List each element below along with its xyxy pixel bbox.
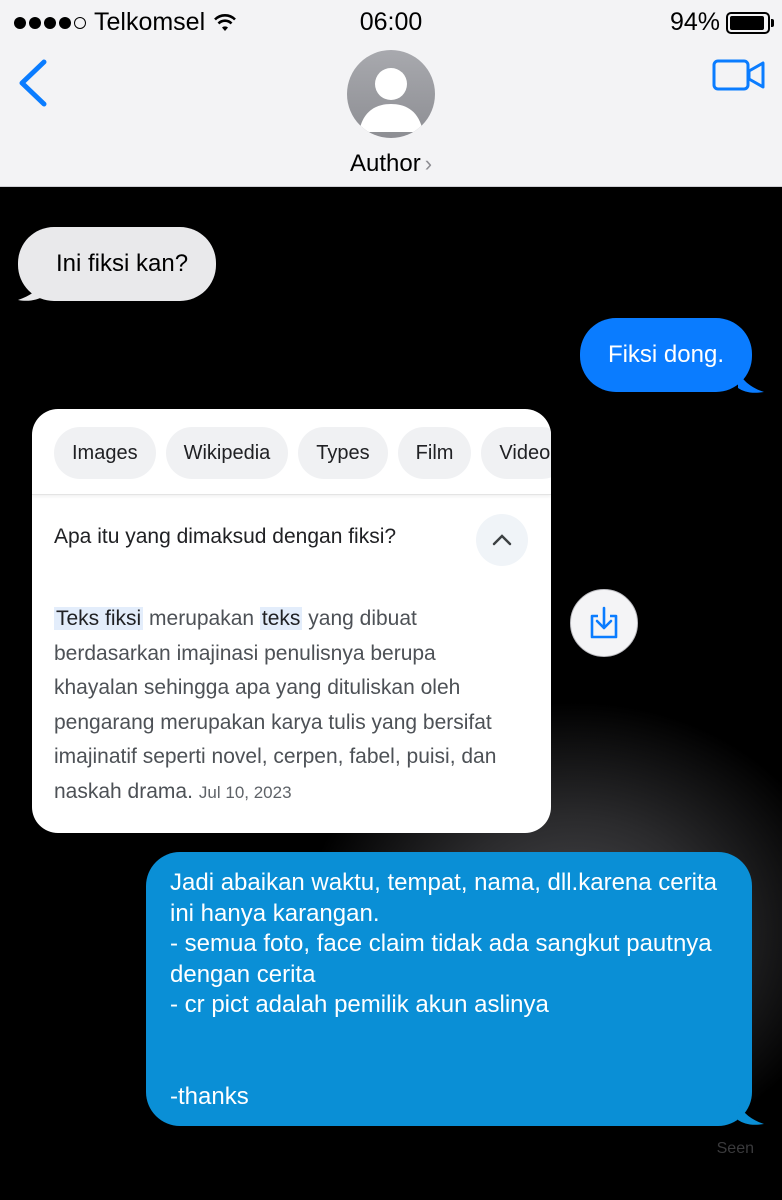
conversation-header: Telkomsel 06:00 94% Author › xyxy=(0,0,782,187)
question-heading: Apa itu yang dimaksud dengan fiksi? xyxy=(54,525,397,548)
battery-icon xyxy=(726,11,774,34)
highlight: teks xyxy=(259,607,303,630)
collapse-button[interactable] xyxy=(476,514,528,566)
battery-status: 94% xyxy=(669,8,774,37)
contact-name-button[interactable]: Author › xyxy=(0,150,782,178)
answer-snippet: Teks fiksi merupakan teks yang dibuat be… xyxy=(54,602,524,810)
avatar[interactable] xyxy=(347,50,435,138)
chip-images[interactable]: Images xyxy=(54,427,156,479)
clock: 06:00 xyxy=(359,8,423,36)
save-image-button[interactable] xyxy=(570,589,638,657)
outgoing-message[interactable]: Jadi abaikan waktu, tempat, nama, dll.ka… xyxy=(146,852,752,1126)
search-result-image[interactable]: Images Wikipedia Types Film Video Apa it… xyxy=(32,409,551,833)
chip-types[interactable]: Types xyxy=(298,427,388,479)
chip-wikipedia[interactable]: Wikipedia xyxy=(165,427,289,479)
bubble-tail xyxy=(738,372,764,393)
highlight: Teks fiksi xyxy=(54,607,144,630)
chip-film[interactable]: Film xyxy=(397,427,472,479)
battery-percent: 94% xyxy=(669,8,720,36)
chevron-left-icon[interactable] xyxy=(14,58,54,108)
chevron-right-icon: › xyxy=(424,151,433,176)
contact-name: Author xyxy=(349,150,421,177)
outgoing-message[interactable]: Fiksi dong. xyxy=(579,318,752,392)
incoming-message[interactable]: Ini fiksi kan? xyxy=(18,227,217,301)
chevron-up-icon xyxy=(492,534,512,546)
snippet-date: Jul 10, 2023 xyxy=(198,782,292,802)
download-icon xyxy=(590,606,618,639)
snippet-text: yang dibuat berdasarkan imajinasi penuli… xyxy=(54,607,497,803)
snippet-text: merupakan xyxy=(143,607,260,630)
person-icon xyxy=(359,68,423,132)
read-receipt: Seen xyxy=(716,1140,754,1157)
video-camera-icon[interactable] xyxy=(712,58,766,92)
filter-chips: Images Wikipedia Types Film Video xyxy=(32,409,551,495)
bubble-tail xyxy=(18,282,44,301)
chip-video[interactable]: Video xyxy=(481,427,551,479)
bubble-tail xyxy=(738,1104,764,1125)
